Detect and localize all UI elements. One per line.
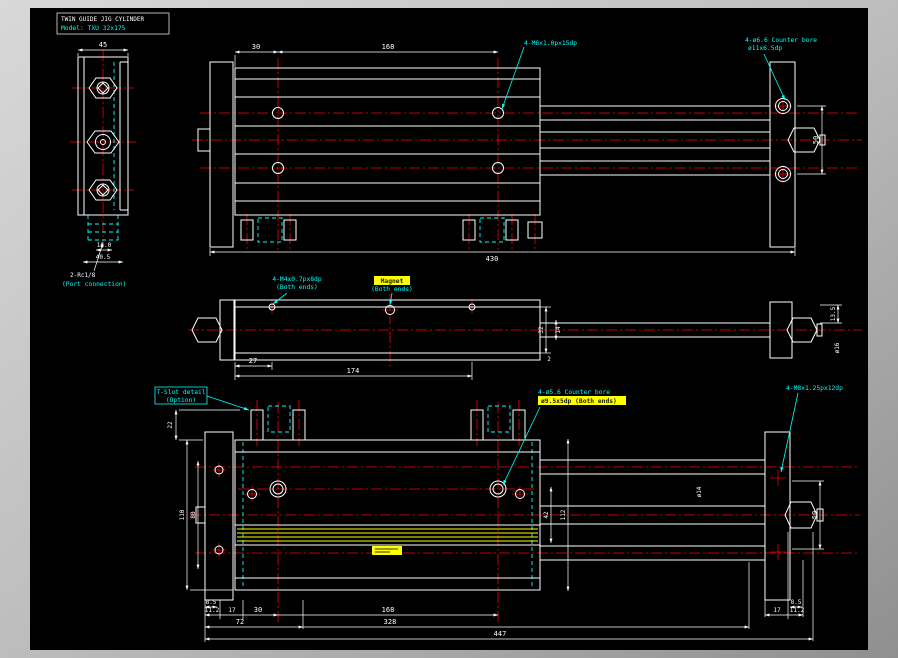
dim-rod-dia: ø14: [696, 486, 703, 497]
dim-overall-length: 430: [486, 255, 499, 263]
cad-drawing-viewport: TWIN GUIDE JIG CYLINDER Model: TXU 32x17…: [0, 0, 898, 658]
note-cbore-line2: ø11x6.5dp: [748, 45, 782, 52]
dim-body-height: 110: [179, 509, 186, 520]
note-magnet-line1: Magnet: [381, 278, 404, 285]
note-port: 2-Rc1/8: [70, 272, 96, 279]
drawing-title: TWIN GUIDE JIG CYLINDER: [61, 16, 144, 23]
note-tslot-line2: (Option): [166, 397, 196, 404]
dim-hole-offset: 30: [254, 606, 262, 614]
dim-left-c: 17: [228, 607, 236, 614]
dim-left-d: 72: [236, 618, 244, 626]
drawing-canvas: [30, 8, 868, 650]
dim-rail: 14: [555, 326, 562, 334]
dim-bore: 42: [543, 511, 550, 519]
dim-left-b: 11.2: [205, 607, 220, 614]
dim-rod-dia: ø16: [834, 342, 841, 353]
dim-mid: 328: [384, 618, 397, 626]
note-tap-line1: 4-M4x0.7px8dp: [272, 276, 321, 283]
note-magnet-line2: (Both ends): [371, 286, 413, 293]
dim-height-overall: 112: [560, 509, 567, 520]
dim-port-span: 40.5: [96, 254, 111, 261]
note-port-sub: (Port connection): [62, 281, 126, 288]
note-tslot-line1: T-Slot detail: [156, 389, 205, 396]
dim-left-a: 8.5: [206, 599, 217, 606]
dim-right-b: 11.2: [790, 607, 805, 614]
dim-end-width: 45: [99, 41, 107, 49]
note-cbore-line1: 4-ø5.6 Counter bore: [538, 389, 610, 396]
note-tap-line2: (Both ends): [276, 284, 318, 291]
dim-hole-pitch: 168: [382, 43, 395, 51]
dim-right-c: 17: [773, 607, 781, 614]
dim-hole-offset: 30: [252, 43, 260, 51]
dim-hole-pitch: 168: [382, 606, 395, 614]
dim-body-height: 32: [538, 326, 545, 334]
dim-rod-offset: 13.5: [830, 306, 837, 321]
dim-plate-vpitch: 50: [811, 511, 819, 519]
dim-port-offset: 16.0: [97, 242, 112, 249]
dim-step: 2: [547, 356, 551, 363]
dim-plate-pitch: 50: [812, 136, 820, 144]
dim-hole-offset: 27: [249, 357, 257, 365]
dim-hole-pitch: 174: [347, 367, 360, 375]
dim-overall-length: 447: [494, 630, 507, 638]
note-cbore-line2: ø9.5x5dp (Both ends): [541, 398, 617, 405]
drawing-model: Model: TXU 32x175: [61, 25, 126, 32]
note-tap: 4-M8x1.25px12dp: [786, 385, 843, 392]
dim-right-a: 8.5: [791, 599, 802, 606]
name-plate: [372, 546, 402, 555]
note-cbore-line1: 4-ø6.6 Counter bore: [745, 37, 817, 44]
note-tap: 4-M6x1.0px15dp: [524, 40, 577, 47]
dim-tslot-height: 22: [167, 421, 174, 429]
dim-hole-vpitch: 80: [190, 511, 197, 519]
